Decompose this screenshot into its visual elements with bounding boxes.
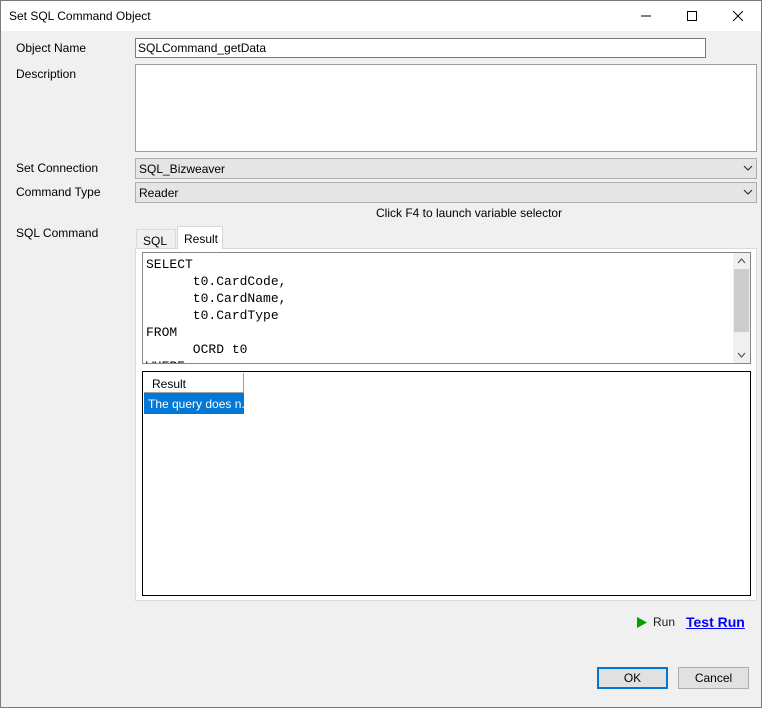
chevron-down-icon <box>743 165 753 171</box>
close-icon <box>733 11 743 21</box>
chevron-up-icon <box>737 258 746 264</box>
dialog-window: Set SQL Command Object Object Name Descr… <box>0 0 762 708</box>
test-run-link[interactable]: Test Run <box>686 614 745 630</box>
description-label: Description <box>16 67 77 81</box>
minimize-icon <box>641 15 651 17</box>
run-label: Run <box>653 615 676 629</box>
object-name-label: Object Name <box>16 41 87 55</box>
chevron-down-icon <box>737 352 746 358</box>
command-type-select[interactable]: Reader <box>135 182 757 203</box>
sql-command-label: SQL Command <box>16 226 99 240</box>
run-link[interactable]: Run <box>637 615 675 629</box>
object-name-input[interactable] <box>136 39 705 57</box>
minimize-button[interactable] <box>623 1 669 31</box>
cancel-button[interactable]: Cancel <box>678 667 749 689</box>
tab-sql[interactable]: SQL <box>136 229 176 249</box>
variable-selector-hint: Click F4 to launch variable selector <box>376 206 563 220</box>
scroll-down-button[interactable] <box>733 347 750 363</box>
set-connection-select[interactable]: SQL_Bizweaver <box>135 158 757 179</box>
command-type-label: Command Type <box>16 185 101 199</box>
scroll-up-button[interactable] <box>733 253 750 269</box>
window-title: Set SQL Command Object <box>9 9 151 23</box>
play-icon <box>637 616 647 628</box>
sql-code[interactable]: SELECT t0.CardCode, t0.CardName, t0.Card… <box>146 256 286 363</box>
maximize-icon <box>687 11 697 21</box>
command-type-value: Reader <box>139 186 179 200</box>
scroll-thumb[interactable] <box>734 269 749 332</box>
title-bar: Set SQL Command Object <box>1 1 761 31</box>
set-connection-label: Set Connection <box>16 161 99 175</box>
tab-result[interactable]: Result <box>177 226 223 249</box>
table-cell[interactable]: The query does n... <box>144 393 244 414</box>
column-header-result[interactable]: Result <box>144 373 244 393</box>
object-name-field[interactable] <box>135 38 706 58</box>
maximize-button[interactable] <box>669 1 715 31</box>
description-textarea[interactable] <box>135 64 757 152</box>
ok-button[interactable]: OK <box>597 667 668 689</box>
sql-editor[interactable]: SELECT t0.CardCode, t0.CardName, t0.Card… <box>142 252 751 364</box>
editor-scrollbar[interactable] <box>733 253 750 363</box>
close-button[interactable] <box>715 1 761 31</box>
chevron-down-icon <box>743 189 753 195</box>
set-connection-value: SQL_Bizweaver <box>139 162 226 176</box>
result-grid[interactable]: Result The query does n... <box>142 371 751 596</box>
